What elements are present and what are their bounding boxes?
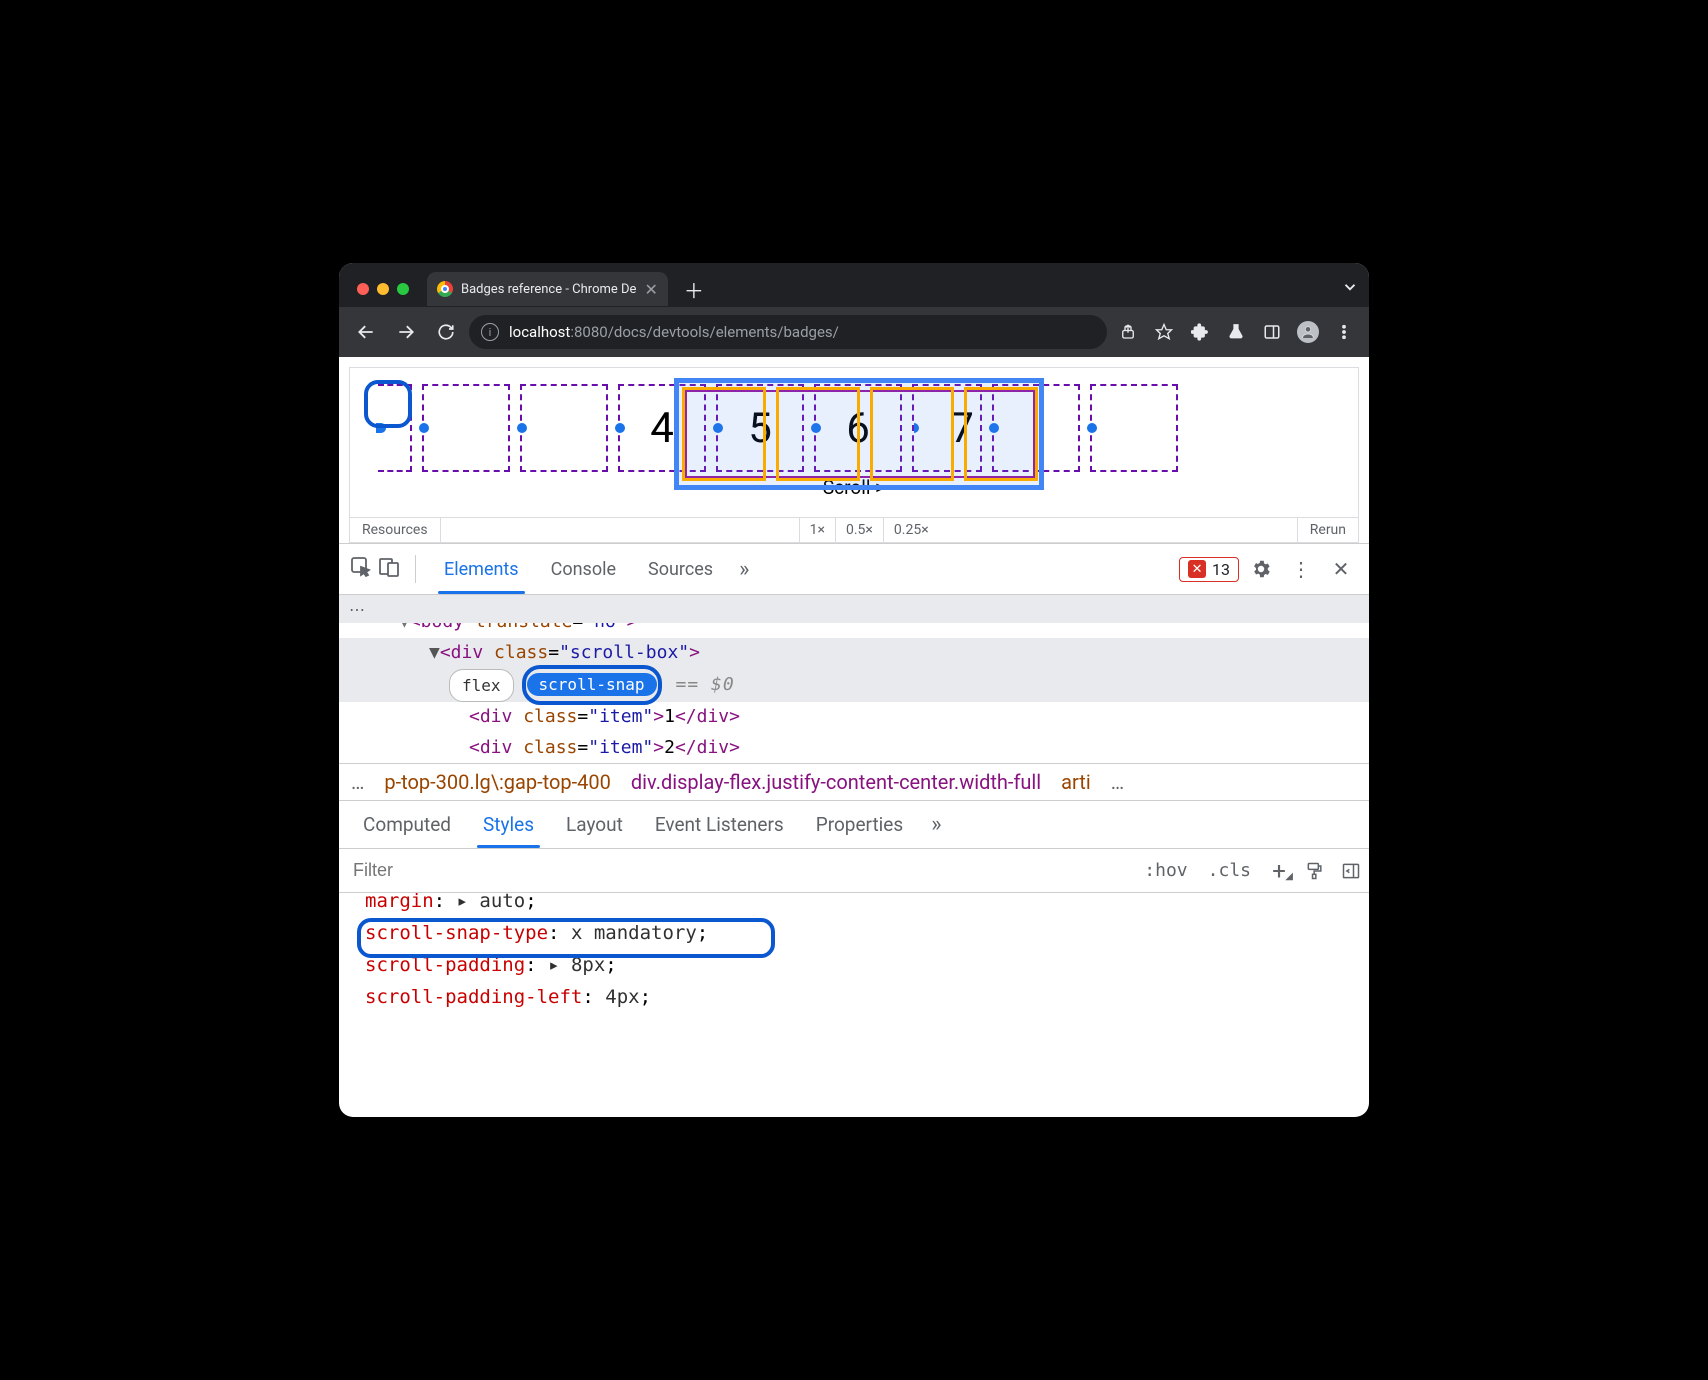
panel-toggle-icon[interactable]	[1333, 861, 1369, 881]
device-toggle-icon[interactable]	[377, 555, 401, 584]
share-icon[interactable]	[1113, 323, 1143, 341]
item-value: 5	[748, 404, 772, 453]
tab-strip: Badges reference - Chrome De ✕ ＋	[339, 263, 1369, 307]
css-declaration[interactable]: scroll-snap-type: x mandatory;	[365, 918, 1369, 950]
scroll-item	[992, 384, 1080, 472]
toolbar: i localhost:8080/docs/devtools/elements/…	[339, 307, 1369, 357]
settings-icon[interactable]	[1243, 558, 1279, 580]
dom-ancestor-dots[interactable]: ⋯	[339, 595, 1369, 623]
error-icon: ✕	[1188, 560, 1206, 578]
breadcrumb[interactable]: … p-top-300.lg\:gap-top-400 div.display-…	[339, 764, 1369, 801]
item-value: 4	[650, 404, 674, 453]
tab-title: Badges reference - Chrome De	[461, 282, 636, 297]
chrome-favicon-icon	[437, 281, 453, 297]
styles-tabs: Computed Styles Layout Event Listeners P…	[339, 801, 1369, 849]
tab-console[interactable]: Console	[537, 544, 630, 594]
zoom-1x[interactable]: 1×	[799, 518, 835, 542]
site-info-icon[interactable]: i	[481, 323, 499, 341]
scroll-item: 5	[716, 384, 804, 472]
forward-button[interactable]	[389, 315, 423, 349]
demo-footer: Resources 1× 0.5× 0.25× Rerun	[349, 518, 1359, 543]
crumb-segment[interactable]: p-top-300.lg\:gap-top-400	[384, 770, 611, 794]
browser-window: Badges reference - Chrome De ✕ ＋ i local…	[339, 263, 1369, 1117]
tab-layout[interactable]: Layout	[554, 801, 635, 848]
tab-sources[interactable]: Sources	[634, 544, 727, 594]
scroll-box-demo[interactable]: 4 5 6 7 Scroll >	[349, 367, 1359, 518]
close-devtools-icon[interactable]: ✕	[1323, 557, 1359, 581]
error-count: 13	[1212, 560, 1230, 579]
css-declaration[interactable]: scroll-padding-left: 4px;	[365, 982, 1369, 1014]
extensions-icon[interactable]	[1185, 323, 1215, 341]
snap-marker-highlight	[364, 380, 412, 428]
new-rule-icon[interactable]: +◢	[1261, 857, 1297, 885]
crumb-segment[interactable]: arti	[1061, 770, 1091, 794]
dom-node-selected[interactable]: ▼<div class="scroll-box">	[339, 638, 1369, 669]
inspect-icon[interactable]	[349, 555, 373, 584]
rerun-button[interactable]: Rerun	[1297, 518, 1358, 542]
close-window-icon[interactable]	[357, 283, 369, 295]
reload-button[interactable]	[429, 315, 463, 349]
zoom-05x[interactable]: 0.5×	[835, 518, 883, 542]
devtools-menu-icon[interactable]: ⋮	[1283, 557, 1319, 581]
new-tab-button[interactable]: ＋	[684, 275, 704, 304]
scroll-item: 6	[814, 384, 902, 472]
css-declaration[interactable]: margin: ▸ auto;	[365, 886, 1369, 918]
tab-computed[interactable]: Computed	[351, 801, 463, 848]
scroll-item	[378, 384, 412, 472]
labs-icon[interactable]	[1221, 323, 1251, 341]
scroll-label: Scroll >	[378, 472, 1330, 507]
scroll-item: 7	[912, 384, 982, 472]
browser-tab[interactable]: Badges reference - Chrome De ✕	[427, 272, 668, 306]
dom-node[interactable]: ▼<body translate="no">	[339, 623, 1369, 638]
menu-icon[interactable]	[1329, 323, 1359, 341]
flex-badge[interactable]: flex	[449, 669, 514, 702]
tabs-overflow-icon[interactable]: »	[731, 557, 757, 582]
scroll-item	[1090, 384, 1178, 472]
scroll-snap-badge-highlight: scroll-snap	[522, 665, 662, 706]
selected-ref: == $0	[676, 670, 735, 701]
tab-properties[interactable]: Properties	[804, 801, 915, 848]
back-button[interactable]	[349, 315, 383, 349]
error-badge[interactable]: ✕ 13	[1179, 557, 1239, 582]
minimize-window-icon[interactable]	[377, 283, 389, 295]
dom-node[interactable]: <div class="item">1</div>	[339, 702, 1369, 733]
tab-styles[interactable]: Styles	[471, 801, 546, 848]
item-value: 6	[846, 404, 870, 453]
hov-toggle[interactable]: :hov	[1134, 860, 1197, 881]
item-value: 7	[950, 404, 974, 453]
tab-elements[interactable]: Elements	[430, 544, 533, 594]
tab-event-listeners[interactable]: Event Listeners	[643, 801, 796, 848]
dom-badges-row: flex scroll-snap == $0	[339, 668, 1369, 702]
styles-pane[interactable]: margin: ▸ auto; scroll-snap-type: x mand…	[339, 893, 1369, 1014]
cls-toggle[interactable]: .cls	[1198, 860, 1261, 881]
dom-tree[interactable]: ▼<body translate="no"> ▼<div class="scro…	[339, 623, 1369, 764]
address-bar[interactable]: i localhost:8080/docs/devtools/elements/…	[469, 315, 1107, 349]
tab-overflow-icon[interactable]	[1341, 278, 1359, 300]
url-text: localhost:8080/docs/devtools/elements/ba…	[509, 323, 839, 341]
maximize-window-icon[interactable]	[397, 283, 409, 295]
crumb-segment[interactable]: div.display-flex.justify-content-center.…	[631, 770, 1041, 794]
paint-icon[interactable]	[1297, 861, 1333, 881]
css-declaration[interactable]: scroll-padding: ▸ 8px;	[365, 950, 1369, 982]
scroll-item	[422, 384, 510, 472]
zoom-025x[interactable]: 0.25×	[883, 518, 939, 542]
close-tab-icon[interactable]: ✕	[644, 280, 657, 299]
resources-button[interactable]: Resources	[350, 518, 441, 542]
devtools-toolbar: Elements Console Sources » ✕ 13 ⋮ ✕	[339, 543, 1369, 595]
window-controls	[357, 283, 409, 295]
panel-icon[interactable]	[1257, 323, 1287, 341]
scroll-item	[520, 384, 608, 472]
scroll-item: 4	[618, 384, 706, 472]
profile-avatar[interactable]	[1293, 321, 1323, 343]
page-content: 4 5 6 7 Scroll > Resources 1×	[339, 357, 1369, 543]
bookmark-icon[interactable]	[1149, 323, 1179, 341]
styles-filter-input[interactable]	[339, 860, 1134, 881]
dom-node[interactable]: <div class="item">2</div>	[339, 733, 1369, 764]
styles-overflow-icon[interactable]: »	[923, 812, 949, 837]
scroll-snap-badge[interactable]: scroll-snap	[527, 673, 657, 696]
